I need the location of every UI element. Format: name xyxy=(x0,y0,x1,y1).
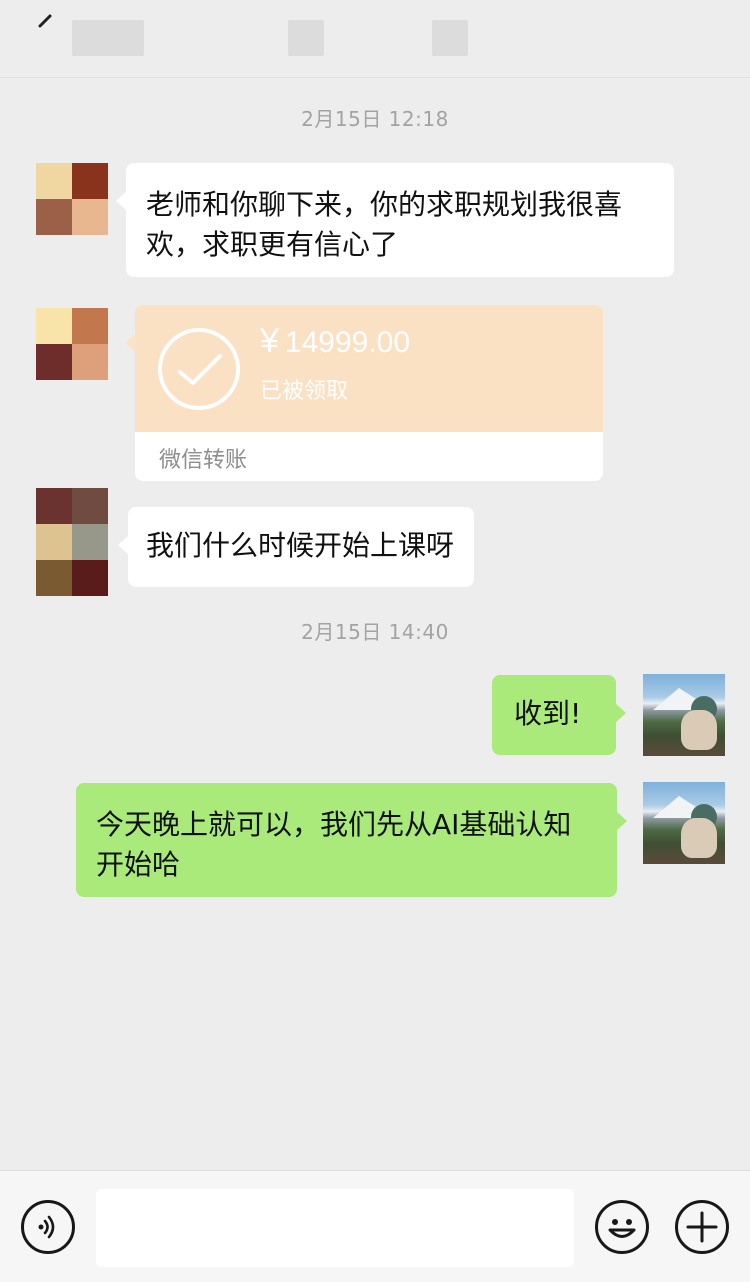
transfer-card-footer: 微信转账 xyxy=(135,432,603,481)
user-avatar[interactable] xyxy=(643,674,725,756)
user-avatar[interactable] xyxy=(643,782,725,864)
message-input[interactable] xyxy=(96,1189,574,1267)
contact-avatar[interactable] xyxy=(36,488,108,596)
blurred-title-segment xyxy=(288,20,324,56)
check-circle-icon xyxy=(158,328,240,410)
message-bubble[interactable]: 今天晚上就可以，我们先从AI基础认知开始哈 xyxy=(76,783,627,897)
wechat-transfer-card[interactable]: ¥14999.00 已被领取 微信转账 xyxy=(135,305,603,481)
blurred-contact-name xyxy=(72,20,144,56)
chat-header xyxy=(0,0,750,78)
message-bubble[interactable]: 老师和你聊下来，你的求职规划我很喜欢，求职更有信心了 xyxy=(116,163,674,277)
blurred-title-segment xyxy=(432,20,468,56)
amount-value: 14999.00 xyxy=(284,326,411,359)
message-text: 收到! xyxy=(514,697,582,730)
message-timestamp: 2月15日 14:40 xyxy=(301,620,449,644)
plus-icon[interactable] xyxy=(675,1200,729,1254)
message-text: 今天晚上就可以，我们先从AI基础认知开始哈 xyxy=(96,808,572,881)
message-bubble[interactable]: 收到! xyxy=(492,675,626,755)
transfer-card-body: ¥14999.00 已被领取 xyxy=(135,305,603,432)
transfer-amount: ¥14999.00 xyxy=(260,322,410,361)
message-bubble[interactable]: 我们什么时候开始上课呀 xyxy=(118,507,474,587)
voice-icon[interactable] xyxy=(21,1200,75,1254)
contact-avatar[interactable] xyxy=(36,163,108,235)
transfer-status: 已被领取 xyxy=(260,379,349,404)
currency-symbol: ¥ xyxy=(260,322,279,360)
emoji-icon[interactable] xyxy=(595,1200,649,1254)
contact-avatar[interactable] xyxy=(36,308,108,380)
message-text: 我们什么时候开始上课呀 xyxy=(146,529,455,562)
chevron-left-icon[interactable] xyxy=(34,14,54,34)
transfer-label: 微信转账 xyxy=(159,448,248,473)
message-text: 老师和你聊下来，你的求职规划我很喜欢，求职更有信心了 xyxy=(146,188,623,261)
message-timestamp: 2月15日 12:18 xyxy=(301,107,449,131)
message-input-bar xyxy=(0,1170,750,1282)
